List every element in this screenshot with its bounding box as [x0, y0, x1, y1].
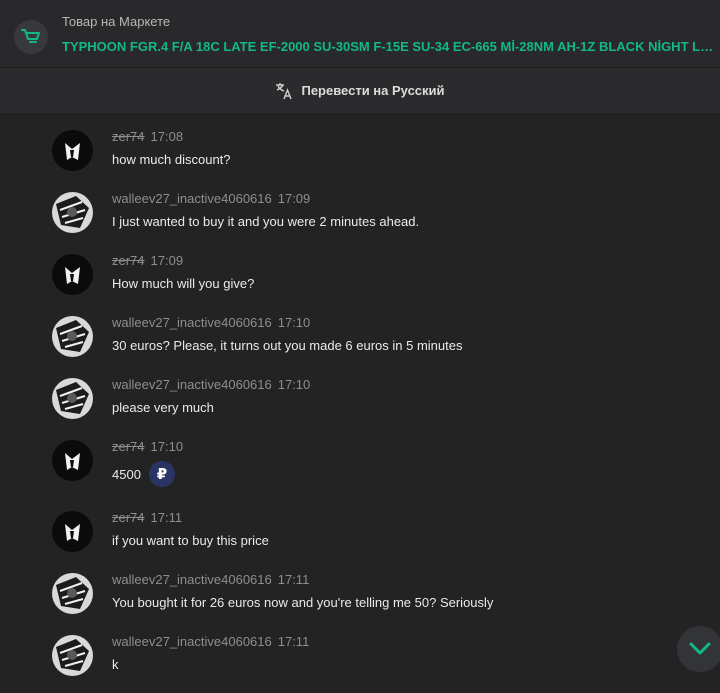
message-list: zer74 17:08 how much discount? walleev27_…: [0, 114, 720, 693]
message-text: How much will you give?: [112, 276, 255, 291]
message-time: 17:10: [277, 315, 311, 330]
chevron-down-icon: [689, 642, 711, 655]
author-name[interactable]: walleev27_inactive4060616: [112, 634, 272, 649]
translate-button[interactable]: Перевести на Русский: [0, 68, 720, 114]
message-text: 30 euros? Please, it turns out you made …: [112, 338, 463, 353]
message-time: 17:10: [150, 439, 184, 454]
message-time: 17:11: [150, 510, 183, 525]
message-item: zer74 17:11 if you want to buy this price: [0, 495, 720, 555]
message-meta: walleev27_inactive4060616 17:09: [112, 191, 310, 206]
message-time: 17:10: [277, 377, 311, 392]
translate-icon: [275, 82, 293, 100]
ruble-icon: ₽: [148, 461, 175, 487]
avatar[interactable]: [52, 573, 93, 614]
translate-label: Перевести на Русский: [301, 83, 445, 98]
message-item: zer74 17:08 how much discount?: [0, 114, 720, 174]
message-meta: zer74 17:10: [112, 439, 183, 454]
message-time: 17:09: [150, 253, 184, 268]
message-text: You bought it for 26 euros now and you'r…: [112, 595, 494, 610]
message-meta: zer74 17:11: [112, 510, 182, 525]
author-name[interactable]: zer74: [112, 510, 145, 525]
avatar[interactable]: [52, 192, 93, 233]
message-item: walleev27_inactive4060616 17:10 please ve…: [0, 362, 720, 422]
author-name[interactable]: walleev27_inactive4060616: [112, 572, 272, 587]
avatar[interactable]: [52, 635, 93, 676]
message-time: 17:08: [150, 129, 184, 144]
product-title-link[interactable]: TYPHOON FGR.4 F/A 18C LATE EF-2000 SU-30…: [62, 39, 714, 54]
message-meta: walleev27_inactive4060616 17:11: [112, 572, 309, 587]
message-text: please very much: [112, 400, 214, 415]
message-meta: zer74 17:08: [112, 129, 183, 144]
avatar[interactable]: [52, 378, 93, 419]
message-item: walleev27_inactive4060616 17:10 30 euros?…: [0, 300, 720, 360]
author-name[interactable]: walleev27_inactive4060616: [112, 315, 272, 330]
message-time: 17:11: [277, 572, 310, 587]
avatar[interactable]: [52, 130, 93, 171]
scroll-to-bottom-button[interactable]: [677, 626, 720, 672]
message-meta: walleev27_inactive4060616 17:11: [112, 634, 309, 649]
market-cart-icon: [14, 20, 48, 54]
message-text: how much discount?: [112, 152, 231, 167]
message-meta: walleev27_inactive4060616 17:10: [112, 315, 310, 330]
message-text: I just wanted to buy it and you were 2 m…: [112, 214, 420, 229]
message-text: if you want to buy this price: [112, 533, 269, 548]
author-name[interactable]: zer74: [112, 129, 145, 144]
message-time: 17:11: [277, 634, 310, 649]
message-time: 17:09: [277, 191, 311, 206]
message-text: 4500: [112, 466, 141, 482]
author-name[interactable]: walleev27_inactive4060616: [112, 191, 272, 206]
message-content: 4500 ₽: [112, 461, 175, 487]
author-name[interactable]: zer74: [112, 439, 145, 454]
avatar[interactable]: [52, 316, 93, 357]
avatar[interactable]: [52, 254, 93, 295]
message-text: k: [112, 657, 119, 672]
message-item: walleev27_inactive4060616 17:09 I just wa…: [0, 176, 720, 236]
avatar[interactable]: [52, 440, 93, 481]
message-item: zer74 17:10 4500 ₽: [0, 424, 720, 494]
author-name[interactable]: walleev27_inactive4060616: [112, 377, 272, 392]
message-meta: walleev27_inactive4060616 17:10: [112, 377, 310, 392]
message-meta: zer74 17:09: [112, 253, 183, 268]
chat-header: Товар на Маркете TYPHOON FGR.4 F/A 18C L…: [0, 0, 720, 68]
avatar[interactable]: [52, 511, 93, 552]
message-item: walleev27_inactive4060616 17:11 You bough…: [0, 557, 720, 617]
message-item: zer74 17:09 How much will you give?: [0, 238, 720, 298]
author-name[interactable]: zer74: [112, 253, 145, 268]
header-label: Товар на Маркете: [62, 14, 171, 29]
message-item: walleev27_inactive4060616 17:11 k: [0, 619, 720, 679]
